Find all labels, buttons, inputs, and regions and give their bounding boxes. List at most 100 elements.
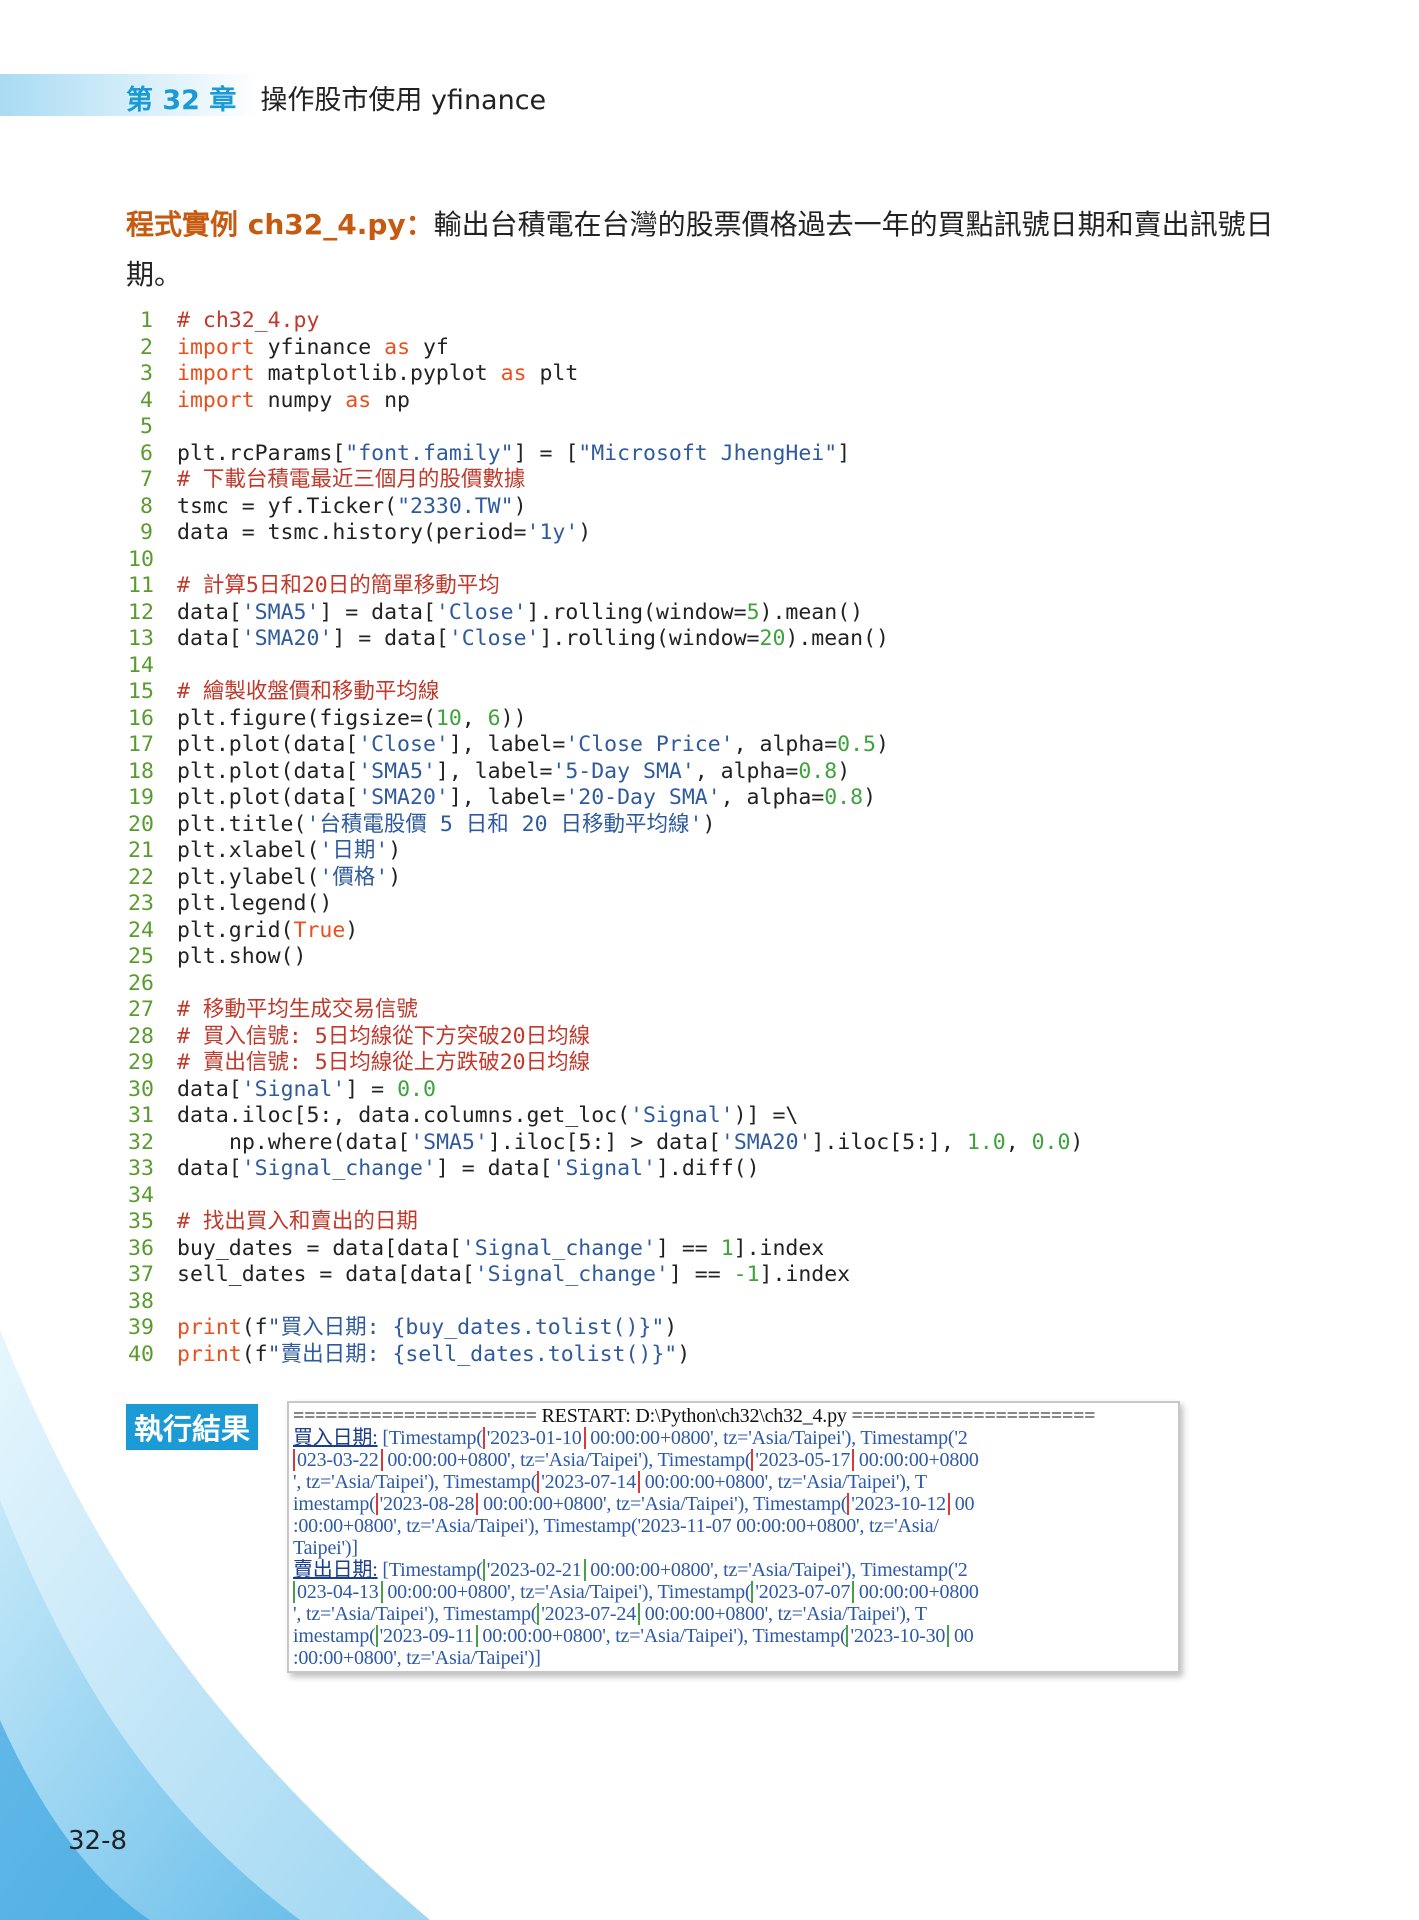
code-token: plt.rcParams[ — [177, 440, 346, 466]
code-token: "Microsoft JhengHei" — [578, 440, 838, 466]
code-line: 6 plt.rcParams["font.family"] = ["Microso… — [128, 441, 1083, 468]
code-token: 'Signal' — [241, 1076, 346, 1102]
code-token: 5 — [746, 599, 760, 625]
code-token: 1 — [720, 1235, 734, 1261]
code-token: 0.8 — [824, 785, 864, 810]
output-text: 00:00:00+0800', tz='Asia/Taipei'), Times… — [585, 1559, 968, 1581]
sell-date-highlight: '2023-09-11 — [375, 1625, 478, 1647]
code-token: buy_dates = data[data[ — [177, 1235, 462, 1261]
code-token: yf — [410, 334, 449, 360]
code-token: ) — [876, 732, 889, 757]
code-token: plt.title( — [177, 811, 307, 837]
buy-date-highlight: '2023-10-12 — [847, 1493, 950, 1515]
code-token: ].iloc[5:] > data[ — [487, 1129, 721, 1155]
shell-output-line: :00:00+0800', tz='Asia/Taipei'), Timesta… — [293, 1515, 1174, 1537]
code-token: ], label= — [448, 785, 566, 810]
line-number: 34 — [128, 1182, 154, 1208]
code-line: 7 # 下載台積電最近三個月的股價數據 — [128, 467, 1083, 494]
code-token: 'SMA5' — [358, 758, 436, 784]
output-text: 00:00:00+0800', tz='Asia/Taipei'), T — [640, 1603, 927, 1625]
code-token: plt.xlabel( — [177, 838, 320, 863]
code-line: 19 plt.plot(data['SMA20'], label='20-Day … — [128, 785, 1083, 812]
line-number: 26 — [128, 970, 154, 996]
code-token: sell_dates = data[data[ — [177, 1262, 475, 1287]
code-token: import — [177, 387, 255, 413]
code-token: plt.show() — [177, 944, 307, 969]
code-token: # 計算5日和20日的簡單移動平均 — [177, 573, 500, 598]
code-token: "買入日期: {buy_dates.tolist()}" — [267, 1315, 665, 1340]
output-text: [Timestamp( — [377, 1427, 483, 1449]
code-token: "font.family" — [345, 440, 514, 466]
line-number: 22 — [128, 864, 154, 890]
code-token: ].diff() — [655, 1156, 760, 1181]
code-token: ] == — [668, 1262, 734, 1287]
code-line: 28 # 買入信號: 5日均線從下方突破20日均線 — [128, 1024, 1083, 1051]
line-number: 32 — [128, 1129, 154, 1155]
code-token: 'Close Price' — [565, 732, 734, 757]
sell-date-highlight: 023-04-13 — [293, 1581, 383, 1603]
line-number: 7 — [140, 467, 153, 492]
code-line: 33 data['Signal_change'] = data['Signal']… — [128, 1156, 1083, 1183]
output-text: 00:00:00+0800', tz='Asia/Taipei'), Times… — [382, 1449, 752, 1471]
output-text: 00 — [949, 1493, 975, 1515]
code-token: '5-Day SMA' — [552, 758, 695, 784]
code-token: ], label= — [448, 732, 566, 757]
code-token: 'Close' — [448, 626, 540, 651]
code-token: plt — [526, 361, 579, 386]
code-token: '20-Day SMA' — [565, 785, 721, 810]
output-text: ', tz='Asia/Taipei'), Timestamp( — [293, 1603, 538, 1625]
line-number: 4 — [140, 387, 153, 413]
line-number: 37 — [128, 1262, 154, 1287]
shell-output-line: 023-03-22 00:00:00+0800', tz='Asia/Taipe… — [293, 1449, 1174, 1471]
code-token: np — [371, 387, 411, 413]
output-text: ====================== RESTART: D:\Pytho… — [293, 1405, 1096, 1427]
code-token: ] == — [655, 1235, 721, 1261]
buy-date-highlight: '2023-05-17 — [751, 1449, 855, 1471]
code-line: 15 # 繪製收盤價和移動平均線 — [128, 679, 1083, 706]
code-token: data[ — [177, 626, 242, 651]
sell-date-highlight: '2023-07-07 — [751, 1581, 855, 1603]
line-number: 15 — [128, 679, 154, 704]
shell-output-window: ====================== RESTART: D:\Pytho… — [287, 1401, 1180, 1673]
code-token: import — [177, 361, 255, 386]
output-text: ', tz='Asia/Taipei'), Timestamp( — [293, 1471, 538, 1493]
output-label: 買入日期: — [293, 1427, 378, 1449]
code-token: ] — [837, 440, 851, 466]
code-token: 6 — [487, 705, 501, 731]
code-token: ], label= — [435, 758, 553, 784]
code-token: 'Signal' — [630, 1103, 734, 1128]
line-number: 30 — [128, 1076, 154, 1102]
code-token: 'SMA5' — [410, 1129, 488, 1155]
code-token: 'SMA20' — [720, 1129, 812, 1155]
code-token: plt.legend() — [177, 891, 333, 916]
code-token: 'Signal' — [552, 1156, 656, 1181]
code-line: 24 plt.grid(True) — [128, 918, 1083, 945]
code-line: 14 — [128, 653, 1083, 680]
code-line: 36 buy_dates = data[data['Signal_change']… — [128, 1236, 1083, 1263]
code-token: # 賣出信號: 5日均線從上方跌破20日均線 — [177, 1050, 591, 1075]
code-line: 2 import yfinance as yf — [128, 335, 1083, 362]
shell-output-line: ====================== RESTART: D:\Pytho… — [293, 1405, 1174, 1427]
code-line: 3 import matplotlib.pyplot as plt — [128, 361, 1083, 388]
code-token: ) — [388, 864, 402, 890]
code-line: 17 plt.plot(data['Close'], label='Close P… — [128, 732, 1083, 759]
output-text: 00:00:00+0800 — [854, 1581, 979, 1603]
line-number: 21 — [128, 838, 154, 863]
code-line: 8 tsmc = yf.Ticker("2330.TW") — [128, 494, 1083, 521]
example-intro: 程式實例 ch32_4.py：輸出台積電在台灣的股票價格過去一年的買點訊號日期和… — [126, 200, 1276, 300]
code-token: (f — [241, 1315, 268, 1340]
code-token: , — [461, 705, 488, 731]
code-line: 12 data['SMA5'] = data['Close'].rolling(w… — [128, 600, 1083, 627]
code-token: # 買入信號: 5日均線從下方突破20日均線 — [177, 1023, 591, 1049]
line-number: 23 — [128, 891, 154, 916]
code-token: import — [177, 334, 255, 360]
code-line: 27 # 移動平均生成交易信號 — [128, 997, 1083, 1024]
code-token: ).mean() — [759, 599, 864, 625]
code-token: "2330.TW" — [397, 493, 514, 519]
code-token: '台積電股價 5 日和 20 日移動平均線' — [306, 811, 703, 837]
code-token: ) — [677, 1341, 691, 1367]
code-token: plt.ylabel( — [177, 864, 320, 890]
code-token: ] = data[ — [319, 599, 436, 625]
code-token: 'SMA20' — [241, 626, 333, 651]
code-token: 'Signal_change' — [461, 1235, 656, 1261]
